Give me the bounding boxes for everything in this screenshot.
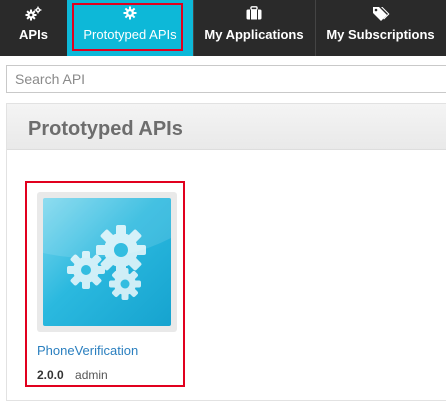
tags-icon	[315, 6, 446, 22]
api-version: 2.0.0	[37, 368, 64, 382]
search-box	[6, 65, 446, 93]
api-meta: 2.0.0 admin	[37, 368, 108, 382]
api-card[interactable]: PhoneVerification 2.0.0 admin	[25, 181, 185, 387]
api-name-link[interactable]: PhoneVerification	[37, 343, 138, 358]
tab-my-subscriptions[interactable]: My Subscriptions	[315, 0, 446, 56]
briefcase-icon	[193, 6, 315, 22]
tab-my-applications[interactable]: My Applications	[193, 0, 315, 56]
tab-my-subscriptions-label: My Subscriptions	[326, 27, 435, 42]
panel-header: Prototyped APIs	[7, 104, 446, 150]
tab-apis[interactable]: APIs	[0, 0, 67, 56]
gears-icon	[43, 198, 171, 326]
search-input[interactable]	[7, 66, 446, 92]
gear-icon	[67, 6, 193, 22]
tab-prototyped-apis[interactable]: Prototyped APIs	[67, 0, 193, 56]
top-nav: APIs Prototyped APIs My Applications My …	[0, 0, 446, 56]
cogs-icon	[0, 6, 67, 22]
tab-apis-label: APIs	[19, 27, 48, 42]
page-title: Prototyped APIs	[28, 118, 183, 140]
tab-prototyped-apis-label: Prototyped APIs	[83, 27, 177, 42]
api-thumbnail[interactable]	[37, 192, 177, 332]
api-owner: admin	[75, 368, 108, 382]
tab-my-applications-label: My Applications	[204, 27, 304, 42]
